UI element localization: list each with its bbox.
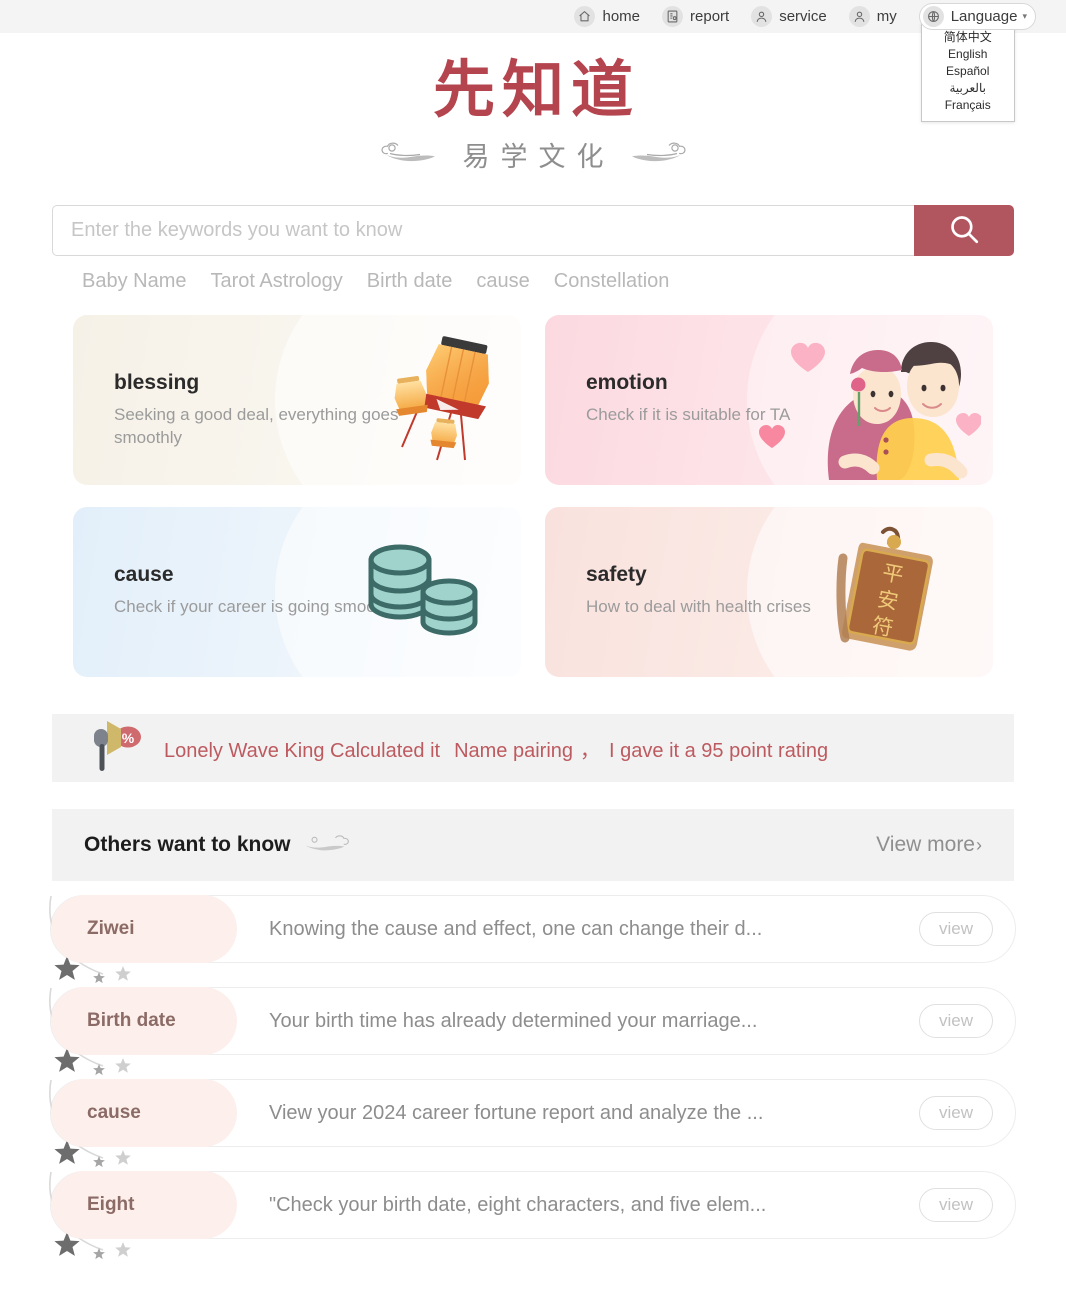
section-title-group: Others want to know (84, 832, 350, 859)
list-item[interactable]: Eight "Check your birth date, eight char… (49, 1171, 1016, 1260)
nav-item-report[interactable]: report (662, 6, 729, 27)
top-navigation-bar: home report service my Language ▾ 简体中文 E… (0, 0, 1066, 122)
list-item-tag: cause (51, 1079, 237, 1147)
announcement-text: Lonely Wave King Calculated it Name pair… (164, 734, 828, 763)
announcement-part-3: I gave it a 95 point rating (609, 739, 829, 762)
list-item-view-button[interactable]: view (919, 1096, 993, 1130)
search-input[interactable] (52, 205, 914, 256)
category-card-cause[interactable]: cause Check if your career is going smoo… (73, 507, 521, 677)
list-item-view-button[interactable]: view (919, 1004, 993, 1038)
list-item[interactable]: Ziwei Knowing the cause and effect, one … (49, 895, 1016, 984)
announcement-banner[interactable]: % Lonely Wave King Calculated it Name pa… (52, 714, 1014, 782)
couple-illustration-icon (751, 315, 982, 485)
announcement-separator: ， (580, 739, 601, 762)
category-card-emotion[interactable]: emotion Check if it is suitable for TA (545, 315, 993, 485)
list-item-tag: Eight (51, 1171, 237, 1239)
others-want-to-know-header: Others want to know View more › (52, 809, 1014, 881)
nav-item-report-label: report (690, 8, 730, 25)
language-switcher: Language ▾ 简体中文 English Español بالعربية… (918, 3, 1036, 122)
svg-text:%: % (122, 730, 135, 746)
section-title: Others want to know (84, 833, 291, 856)
language-option-fr[interactable]: Français (922, 97, 1014, 114)
nav-item-service-label: service (779, 8, 827, 25)
lantern-illustration-icon (339, 315, 509, 485)
language-button[interactable]: Language ▾ (918, 3, 1036, 30)
chevron-right-icon: › (976, 834, 982, 855)
list-item[interactable]: cause View your 2024 career fortune repo… (49, 1079, 1016, 1168)
announcement-part-1: Lonely Wave King Calculated it (164, 739, 441, 762)
list-item-view-button[interactable]: view (919, 912, 993, 946)
report-icon (662, 6, 684, 27)
list-item-text: Your birth time has already determined y… (269, 1009, 758, 1032)
service-icon (751, 6, 773, 27)
site-logo-subtitle-row: 易学文化 (0, 135, 1066, 174)
language-button-label: Language (950, 8, 1018, 25)
site-logo: 先知道 易学文化 (0, 33, 1066, 174)
nav-item-service[interactable]: service (751, 6, 827, 27)
megaphone-percent-icon: % (84, 718, 142, 779)
announcement-part-2: Name pairing (454, 739, 574, 762)
list-item-tag: Ziwei (51, 895, 237, 963)
search-tag-tarot[interactable]: Tarot Astrology (211, 270, 343, 293)
list-item-tag: Birth date (51, 987, 237, 1055)
view-more-label: View more (876, 833, 975, 856)
user-icon (848, 6, 870, 27)
search-button[interactable] (914, 205, 1014, 256)
coins-illustration-icon (361, 534, 491, 649)
language-option-en[interactable]: English (922, 46, 1014, 63)
category-card-safety[interactable]: safety How to deal with health crises 平安… (545, 507, 993, 677)
search-tag-constellation[interactable]: Constellation (554, 270, 670, 293)
language-dropdown-menu[interactable]: 简体中文 English Español بالعربية Français (920, 22, 1015, 122)
svg-text:安: 安 (875, 587, 900, 615)
topic-list: Ziwei Knowing the cause and effect, one … (49, 895, 1016, 1260)
nav-item-home[interactable]: home (574, 6, 640, 27)
list-item-text: View your 2024 career fortune report and… (269, 1101, 764, 1124)
nav-item-my-label: my (876, 8, 897, 25)
home-icon (574, 6, 596, 27)
search-icon (947, 212, 981, 249)
language-option-zh[interactable]: 简体中文 (922, 29, 1014, 46)
cloud-ornament-right-icon (625, 139, 687, 170)
search-tag-baby-name[interactable]: Baby Name (82, 270, 187, 293)
chevron-down-icon: ▾ (1022, 11, 1027, 21)
svg-text:平: 平 (880, 560, 905, 588)
site-logo-title: 先知道 (432, 53, 640, 126)
search-bar (52, 205, 1014, 256)
cloud-ornament-icon (300, 832, 350, 859)
list-item-view-button[interactable]: view (919, 1188, 993, 1222)
language-option-ar[interactable]: بالعربية (922, 80, 1014, 97)
view-more-link[interactable]: View more › (876, 833, 982, 857)
site-logo-subtitle: 易学文化 (462, 142, 615, 173)
cloud-ornament-left-icon (380, 139, 442, 170)
nav-item-home-label: home (602, 8, 641, 25)
amulet-illustration-icon: 平安符 (795, 514, 945, 669)
language-option-es[interactable]: Español (922, 63, 1014, 80)
category-card-grid: blessing Seeking a good deal, everything… (73, 315, 993, 677)
search-suggestion-tags: Baby Name Tarot Astrology Birth date cau… (52, 270, 1014, 293)
list-item[interactable]: Birth date Your birth time has already d… (49, 987, 1016, 1076)
search-tag-cause[interactable]: cause (476, 270, 529, 293)
list-item-text: "Check your birth date, eight characters… (269, 1193, 767, 1216)
category-card-blessing[interactable]: blessing Seeking a good deal, everything… (73, 315, 521, 485)
list-item-text: Knowing the cause and effect, one can ch… (269, 917, 763, 940)
svg-text:符: 符 (870, 613, 895, 641)
search-tag-birth-date[interactable]: Birth date (367, 270, 453, 293)
globe-icon (922, 6, 944, 27)
nav-item-my[interactable]: my (848, 6, 897, 27)
